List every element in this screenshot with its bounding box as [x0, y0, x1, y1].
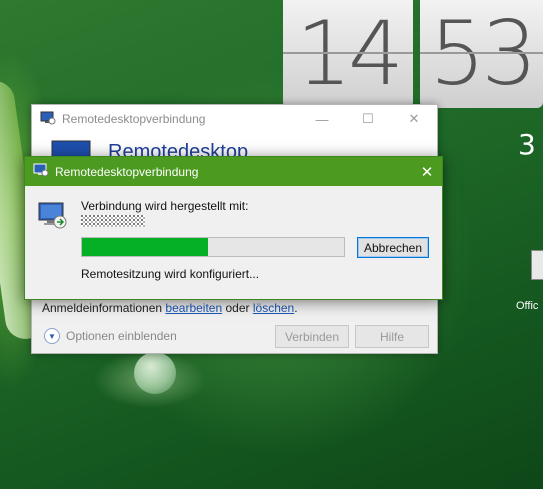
- redacted-hostname: [81, 215, 145, 227]
- progress-body: Verbindung wird hergestellt mit: Abbrech…: [25, 186, 442, 299]
- connection-progress-bar: [81, 237, 345, 257]
- progress-fill: [82, 238, 208, 256]
- connecting-label: Verbindung wird hergestellt mit:: [81, 199, 249, 213]
- delete-credentials-link[interactable]: löschen: [253, 301, 294, 315]
- connect-button[interactable]: Verbinden: [275, 325, 349, 348]
- chevron-down-icon[interactable]: ▼: [44, 328, 60, 344]
- or-label: oder: [225, 301, 250, 315]
- clock-hours: 14: [283, 0, 413, 108]
- connection-progress-dialog[interactable]: Remotedesktopverbindung ✕ Verbindung wir…: [24, 156, 443, 300]
- rdp-app-icon: [33, 163, 49, 180]
- desktop-shortcut-label[interactable]: Offic: [516, 300, 538, 312]
- wallpaper-droplet: [134, 352, 176, 394]
- desktop-shortcut-icon[interactable]: [531, 250, 543, 280]
- weather-temperature: 3: [518, 128, 536, 161]
- rdp-main-titlebar[interactable]: Remotedesktopverbindung — ☐ ✕: [32, 105, 437, 133]
- minimize-button[interactable]: —: [299, 105, 345, 133]
- progress-titlebar[interactable]: Remotedesktopverbindung ✕: [25, 157, 442, 186]
- credentials-label: Anmeldeinformationen: [42, 301, 163, 315]
- show-options-toggle[interactable]: ▼ Optionen einblenden: [44, 328, 177, 344]
- progress-title: Remotedesktopverbindung: [55, 164, 199, 179]
- help-button[interactable]: Hilfe: [355, 325, 429, 348]
- connection-status: Remotesitzung wird konfiguriert...: [81, 267, 260, 281]
- edit-credentials-link[interactable]: bearbeiten: [165, 301, 222, 315]
- close-button[interactable]: ✕: [391, 105, 437, 133]
- rdp-app-icon: [40, 111, 56, 128]
- credentials-line: Anmeldeinformationen bearbeiten oder lös…: [42, 301, 298, 315]
- cancel-button[interactable]: Abbrechen: [357, 237, 429, 258]
- clock-minutes: 53: [420, 0, 543, 108]
- maximize-button[interactable]: ☐: [345, 105, 391, 133]
- remote-computer-icon: [37, 200, 69, 235]
- close-button[interactable]: ✕: [412, 163, 442, 181]
- rdp-main-title: Remotedesktopverbindung: [62, 112, 206, 126]
- period: .: [294, 301, 298, 315]
- show-options-label[interactable]: Optionen einblenden: [66, 329, 177, 343]
